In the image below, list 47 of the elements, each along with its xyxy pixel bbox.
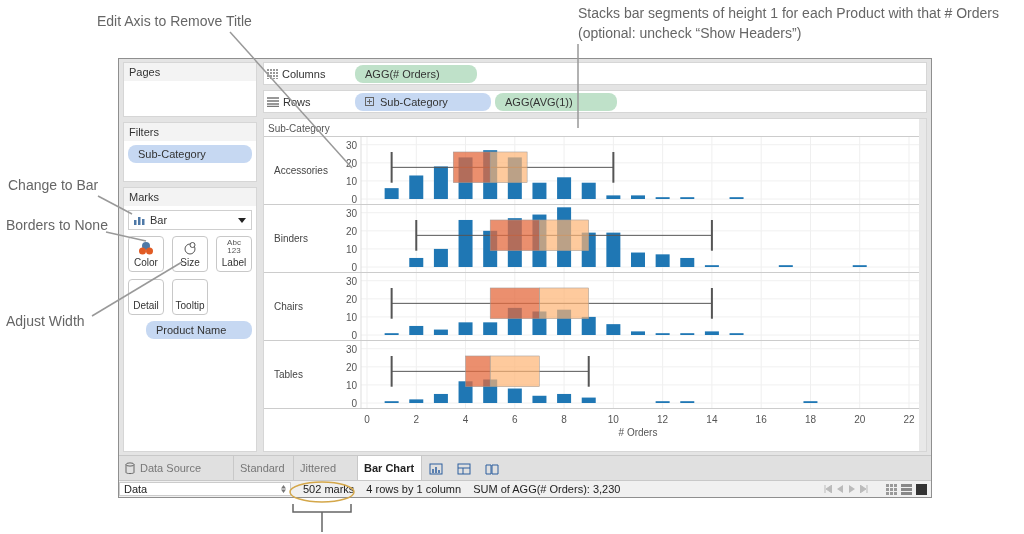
- x-tick-label: 4: [462, 414, 469, 425]
- y-tick-label: 20: [345, 361, 357, 373]
- y-tick-label: 30: [345, 343, 357, 355]
- annotation-text: Edit Axis to Remove Title: [97, 12, 252, 31]
- x-tick-label: 14: [706, 414, 718, 425]
- row-label: Tables: [274, 369, 303, 380]
- row-label: Chairs: [274, 301, 303, 312]
- rows-count: 4 rows by 1 column: [366, 483, 462, 495]
- y-tick-label: 30: [345, 275, 357, 287]
- x-tick-label: 6: [512, 414, 518, 425]
- annotation-text: Stacks bar segments of height 1 for each Product with that # Orders: [578, 4, 999, 23]
- y-tick-label: 0: [351, 194, 357, 205]
- shelf-label: Columns: [267, 67, 345, 80]
- x-tick-label: 10: [607, 414, 619, 425]
- card-title: Pages: [124, 63, 256, 81]
- y-tick-label: 10: [345, 175, 357, 187]
- annotation-text: Change to Bar: [8, 176, 99, 195]
- y-tick-label: 10: [345, 379, 357, 391]
- y-tick-label: 20: [345, 225, 357, 237]
- y-tick-label: 0: [351, 262, 357, 273]
- annotation-text: Adjust Width: [6, 312, 85, 331]
- y-tick-label: 10: [345, 311, 357, 323]
- row-label: Binders: [274, 233, 308, 244]
- label-icon: Abc 123: [227, 239, 241, 255]
- annotation-text: Borders to None: [6, 216, 108, 235]
- x-tick-label: 18: [804, 414, 816, 425]
- x-tick-label: 12: [657, 414, 669, 425]
- x-tick-label: 20: [854, 414, 866, 425]
- y-tick-label: 20: [345, 293, 357, 305]
- y-tick-label: 30: [345, 139, 357, 151]
- x-tick-label: 16: [755, 414, 767, 425]
- y-tick-label: 20: [345, 157, 357, 169]
- x-tick-label: 0: [364, 414, 370, 425]
- x-tick-label: 2: [413, 414, 420, 425]
- card-title: Filters: [124, 123, 256, 141]
- y-tick-label: 10: [345, 243, 357, 255]
- x-tick-label: 8: [561, 414, 567, 425]
- x-tick-label: 22: [903, 414, 915, 425]
- x-axis-title: # Orders: [618, 427, 658, 438]
- card-title: Marks: [124, 188, 256, 206]
- y-tick-label: 0: [351, 330, 357, 341]
- row-label: Accessories: [274, 165, 328, 176]
- y-tick-label: 0: [351, 398, 357, 409]
- y-tick-label: 30: [345, 207, 357, 219]
- annotation-note: (optional: uncheck “Show Headers”): [578, 24, 803, 43]
- summary-text: SUM of AGG(# Orders): 3,230: [473, 483, 621, 495]
- shelf-label: Rows: [267, 95, 345, 108]
